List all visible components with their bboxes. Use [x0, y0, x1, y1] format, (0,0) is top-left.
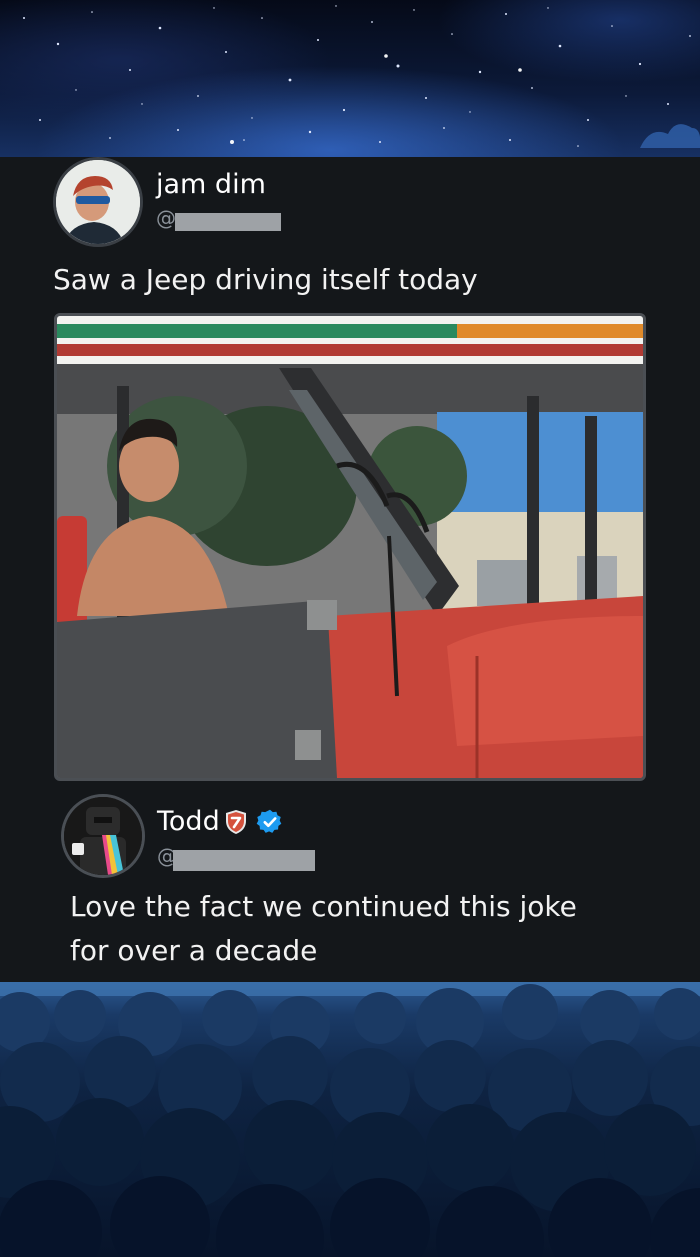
- shield-badge-icon: [225, 809, 247, 839]
- avatar-portrait-icon: [56, 160, 140, 244]
- reply-author-avatar[interactable]: [61, 794, 145, 878]
- starry-sky-background: [0, 0, 700, 157]
- robot-avatar-icon: [64, 797, 142, 875]
- author-avatar[interactable]: [53, 157, 143, 247]
- stars-layer: [23, 5, 700, 148]
- verified-icon: [256, 808, 284, 840]
- cloud-sea-background: [0, 982, 700, 1257]
- redacted-handle: [175, 213, 281, 231]
- reply-author-name[interactable]: Todd: [157, 808, 220, 835]
- redacted-reply-handle: [173, 850, 315, 871]
- jeep-photo: [57, 316, 643, 778]
- reply-text-line-1: Love the fact we continued this joke: [70, 890, 577, 923]
- post-text: Saw a Jeep driving itself today: [53, 263, 478, 296]
- clouds-layer: [0, 982, 700, 1257]
- author-name[interactable]: jam dim: [156, 171, 266, 198]
- post-media-image[interactable]: [54, 313, 646, 781]
- reply-text-line-2: for over a decade: [70, 934, 318, 967]
- author-handle-prefix[interactable]: @: [156, 208, 176, 228]
